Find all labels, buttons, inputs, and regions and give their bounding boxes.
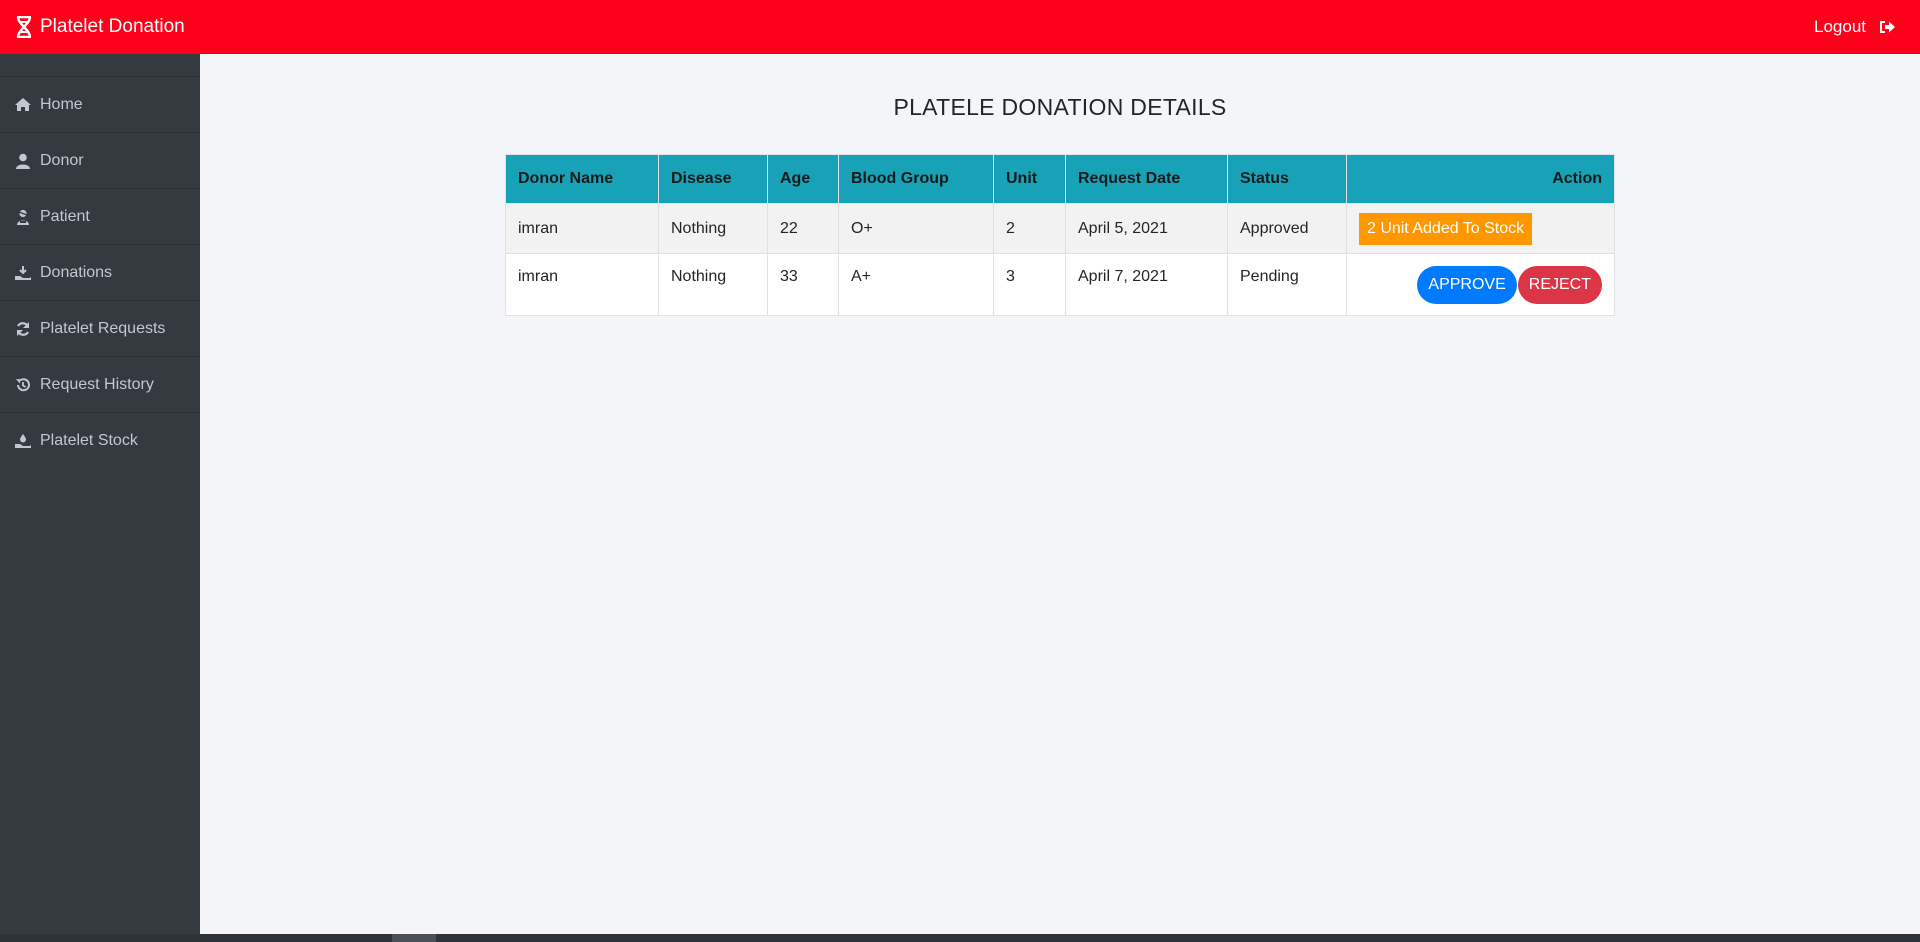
sidebar-item-label: Donor <box>40 151 84 169</box>
donations-table: Donor Name Disease Age Blood Group Unit … <box>505 154 1615 316</box>
horizontal-scrollbar[interactable] <box>0 934 1920 942</box>
cell-age: 22 <box>767 203 839 254</box>
sync-icon <box>14 321 32 337</box>
cell-status: Approved <box>1227 203 1347 254</box>
column-header-unit: Unit <box>993 154 1066 204</box>
sidebar: Home Donor Patient Donations Platelet Re… <box>0 54 200 934</box>
user-icon <box>14 153 32 169</box>
brand-title: Platelet Donation <box>40 16 185 37</box>
column-header-donor-name: Donor Name <box>505 154 659 204</box>
cell-disease: Nothing <box>658 253 768 316</box>
table-row: imran Nothing 22 O+ 2 April 5, 2021 Appr… <box>505 203 1615 254</box>
cell-request-date: April 7, 2021 <box>1065 253 1228 316</box>
hand-holding-icon <box>14 265 32 281</box>
cell-donor-name: imran <box>505 203 659 254</box>
column-header-action: Action <box>1346 154 1615 204</box>
logout-label: Logout <box>1814 17 1866 36</box>
dna-icon <box>14 15 34 39</box>
cell-status: Pending <box>1227 253 1347 316</box>
cell-donor-name: imran <box>505 253 659 316</box>
hand-holding-medical-icon <box>14 433 32 449</box>
sidebar-item-label: Donations <box>40 263 113 281</box>
sidebar-item-platelet-requests[interactable]: Platelet Requests <box>0 300 200 356</box>
user-injured-icon <box>14 209 32 225</box>
column-header-status: Status <box>1227 154 1347 204</box>
cell-blood-group: A+ <box>838 253 994 316</box>
cell-action: APPROVE REJECT <box>1346 253 1615 316</box>
column-header-disease: Disease <box>658 154 768 204</box>
scrollbar-thumb[interactable] <box>392 934 436 942</box>
sidebar-item-donations[interactable]: Donations <box>0 244 200 300</box>
column-header-age: Age <box>767 154 839 204</box>
sign-out-icon <box>1878 19 1896 35</box>
column-header-blood-group: Blood Group <box>838 154 994 204</box>
main-content: PLATELE DONATION DETAILS Donor Name Dise… <box>200 54 1920 934</box>
sidebar-item-platelet-stock[interactable]: Platelet Stock <box>0 412 200 468</box>
logout-link[interactable]: Logout <box>1814 17 1896 37</box>
brand-link[interactable]: Platelet Donation <box>14 15 185 39</box>
cell-age: 33 <box>767 253 839 316</box>
sidebar-item-label: Request History <box>40 375 154 393</box>
history-icon <box>14 377 32 393</box>
sidebar-item-home[interactable]: Home <box>0 76 200 132</box>
sidebar-item-patient[interactable]: Patient <box>0 188 200 244</box>
cell-request-date: April 5, 2021 <box>1065 203 1228 254</box>
sidebar-item-label: Platelet Requests <box>40 319 166 337</box>
approve-button[interactable]: APPROVE <box>1417 265 1517 304</box>
reject-button[interactable]: REJECT <box>1517 265 1602 304</box>
page-title: PLATELE DONATION DETAILS <box>893 94 1227 120</box>
table-header-row: Donor Name Disease Age Blood Group Unit … <box>505 154 1615 204</box>
home-icon <box>14 97 32 113</box>
cell-blood-group: O+ <box>838 203 994 254</box>
cell-unit: 3 <box>993 253 1066 316</box>
sidebar-item-label: Platelet Stock <box>40 431 138 449</box>
table-row: imran Nothing 33 A+ 3 April 7, 2021 Pend… <box>505 253 1615 316</box>
added-to-stock-badge: 2 Unit Added To Stock <box>1359 212 1533 245</box>
cell-unit: 2 <box>993 203 1066 254</box>
cell-disease: Nothing <box>658 203 768 254</box>
cell-action: 2 Unit Added To Stock <box>1346 203 1615 254</box>
column-header-request-date: Request Date <box>1065 154 1228 204</box>
sidebar-item-label: Patient <box>40 207 90 225</box>
sidebar-item-label: Home <box>40 95 83 113</box>
sidebar-item-request-history[interactable]: Request History <box>0 356 200 412</box>
top-navbar: Platelet Donation Logout <box>0 0 1920 54</box>
sidebar-item-donor[interactable]: Donor <box>0 132 200 188</box>
